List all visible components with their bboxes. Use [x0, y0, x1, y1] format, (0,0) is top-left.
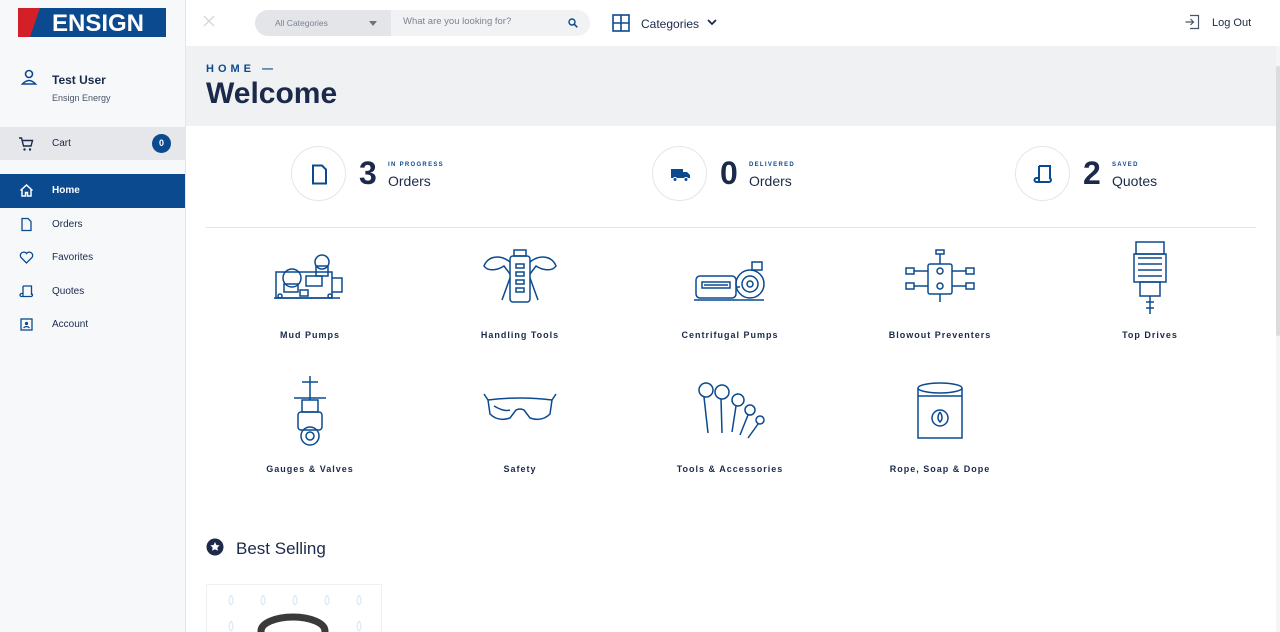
category-label: Blowout Preventers	[888, 330, 992, 340]
stat-label: Orders	[749, 173, 792, 189]
breadcrumb: HOME —	[206, 63, 278, 75]
top-bar: All Categories What are you looking for?…	[186, 0, 1280, 46]
product-image	[228, 594, 362, 632]
stat-number: 2	[1083, 155, 1101, 191]
ensign-logo[interactable]: ENSIGN	[18, 8, 166, 37]
category-select-value: All Categories	[275, 18, 328, 28]
stat-label: Orders	[388, 173, 431, 189]
category-tile-blowout-preventers[interactable]: Blowout Preventers	[840, 238, 1040, 348]
stat-tag: SAVED	[1112, 162, 1139, 168]
stat-icon-circle	[652, 146, 707, 201]
category-label: Tools & Accessories	[676, 464, 784, 474]
handling-tool-icon	[483, 249, 557, 303]
categories-label: Categories	[641, 17, 700, 31]
sidebar-item-label: Orders	[52, 218, 83, 230]
sidebar-item-label: Home	[52, 185, 80, 196]
category-tile-handling-tools[interactable]: Handling Tools	[420, 238, 620, 348]
stat-number: 0	[720, 155, 738, 191]
cart-button[interactable]: Cart 0	[0, 127, 186, 160]
close-icon[interactable]	[202, 14, 216, 28]
safety-glasses-icon	[483, 393, 557, 421]
scroll-icon	[19, 284, 34, 297]
user-icon	[20, 69, 38, 85]
mud-pump-icon	[274, 254, 343, 299]
logout-icon	[1185, 14, 1200, 30]
scrollbar[interactable]	[1276, 46, 1280, 632]
home-icon	[19, 183, 34, 197]
sidebar-item-label: Favorites	[52, 252, 94, 263]
document-icon	[312, 164, 327, 185]
user-org: Ensign Energy	[52, 93, 111, 103]
stat-tag: IN PROGRESS	[388, 162, 444, 168]
search-icon[interactable]	[568, 18, 578, 28]
category-select[interactable]: All Categories	[255, 10, 391, 36]
user-profile[interactable]: Test User Ensign Energy	[0, 64, 186, 110]
sidebar: ENSIGN Test User Ensign Energy Cart 0 Ho…	[0, 0, 186, 632]
category-tile-tools-accessories[interactable]: Tools & Accessories	[630, 372, 830, 482]
page-header: HOME — Welcome	[186, 46, 1276, 126]
best-selling-title: Best Selling	[236, 539, 326, 558]
search-input[interactable]: What are you looking for?	[403, 16, 511, 27]
category-tile-rope-soap-dope[interactable]: Rope, Soap & Dope	[840, 372, 1040, 482]
caret-down-icon	[369, 21, 377, 26]
category-label: Rope, Soap & Dope	[889, 464, 991, 474]
top-drive-icon	[1133, 241, 1167, 314]
truck-icon	[671, 169, 690, 182]
cart-count-badge: 0	[152, 134, 171, 153]
sidebar-item-orders[interactable]: Orders	[0, 208, 185, 242]
category-label: Top Drives	[1122, 330, 1178, 340]
sidebar-item-quotes[interactable]: Quotes	[0, 275, 185, 309]
scroll-icon	[1033, 165, 1052, 183]
logout-button[interactable]: Log Out	[1184, 14, 1264, 32]
sidebar-item-label: Quotes	[52, 285, 85, 297]
centrifugal-pump-icon	[694, 261, 765, 301]
user-name: Test User	[52, 73, 106, 87]
sidebar-item-home[interactable]: Home	[0, 174, 185, 208]
stat-icon-circle	[291, 146, 346, 201]
star-badge-icon	[206, 538, 224, 556]
grid-icon	[612, 14, 630, 32]
bucket-icon	[917, 382, 963, 439]
account-card-icon	[20, 318, 33, 331]
category-tile-top-drives[interactable]: Top Drives	[1050, 238, 1250, 348]
category-label: Mud Pumps	[280, 330, 340, 340]
sidebar-item-label: Account	[52, 319, 89, 330]
category-label: Centrifugal Pumps	[681, 330, 779, 340]
cart-icon	[19, 137, 34, 151]
category-label: Gauges & Valves	[266, 464, 354, 474]
category-label: Handling Tools	[480, 330, 560, 340]
valve-icon	[294, 376, 326, 446]
product-card[interactable]	[206, 584, 382, 632]
stat-number: 3	[359, 155, 377, 191]
sidebar-nav: Home Orders Favorites Quotes Account	[0, 174, 186, 342]
category-tile-safety[interactable]: Safety	[420, 372, 620, 482]
category-label: Safety	[503, 464, 537, 474]
logout-label: Log Out	[1212, 17, 1252, 29]
blowout-preventer-icon	[905, 249, 975, 302]
heart-icon	[19, 251, 34, 264]
document-icon	[21, 217, 32, 231]
logo-text: ENSIGN	[52, 10, 144, 37]
stat-tag: DELIVERED	[749, 162, 796, 168]
scrollbar-thumb[interactable]	[1276, 66, 1280, 336]
sidebar-item-account[interactable]: Account	[0, 308, 185, 342]
category-tile-centrifugal-pumps[interactable]: Centrifugal Pumps	[630, 238, 830, 348]
stat-icon-circle	[1015, 146, 1070, 201]
chevron-down-icon	[707, 19, 717, 26]
sidebar-item-favorites[interactable]: Favorites	[0, 241, 185, 275]
category-tile-mud-pumps[interactable]: Mud Pumps	[210, 238, 410, 348]
section-divider	[206, 227, 1256, 228]
search-bar: All Categories What are you looking for?	[255, 10, 590, 36]
stat-label: Quotes	[1112, 173, 1158, 189]
cart-label: Cart	[52, 138, 71, 149]
page-title: Welcome	[206, 77, 338, 110]
category-tile-gauges-valves[interactable]: Gauges & Valves	[210, 372, 410, 482]
wrenches-icon	[698, 382, 765, 439]
